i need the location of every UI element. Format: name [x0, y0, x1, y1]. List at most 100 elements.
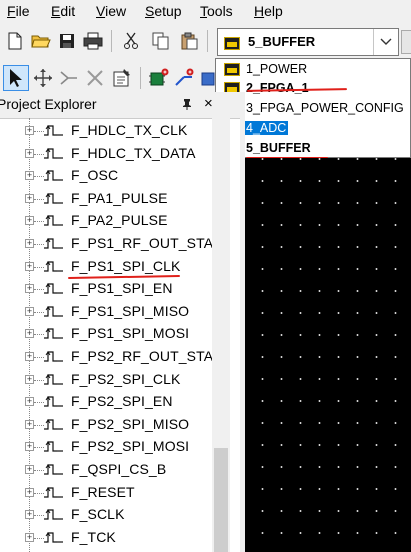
- dropdown-option[interactable]: 5_BUFFER: [216, 139, 410, 158]
- open-folder-icon[interactable]: [30, 30, 52, 52]
- paste-icon[interactable]: [178, 30, 200, 52]
- expand-plus-icon[interactable]: +: [25, 465, 34, 474]
- signal-label: F_HDLC_TX_CLK: [71, 122, 188, 138]
- scrollbar-thumb[interactable]: [214, 448, 228, 552]
- signal-label: F_PS2_SPI_MISO: [71, 415, 190, 432]
- chevron-down-icon[interactable]: [373, 29, 398, 55]
- expand-plus-icon[interactable]: +: [25, 148, 34, 158]
- tree-row[interactable]: + F_PS1_RF_OUT_STAT: [0, 233, 221, 255]
- close-icon[interactable]: ×: [204, 95, 213, 112]
- route-icon[interactable]: [58, 67, 80, 89]
- expand-plus-icon[interactable]: +: [25, 510, 34, 520]
- menu-mnemonic: F: [7, 3, 16, 19]
- tree-row[interactable]: + F_PA1_PULSE: [0, 188, 212, 210]
- menu-label: ools: [207, 3, 233, 19]
- schematic-canvas[interactable]: [245, 158, 411, 552]
- tree-row[interactable]: + F_PA2_PULSE: [0, 210, 212, 232]
- menu-view[interactable]: View: [96, 2, 126, 20]
- expand-plus-icon[interactable]: +: [25, 216, 34, 226]
- tree-row[interactable]: + F_PS2_SPI_EN: [0, 391, 212, 413]
- signal-label: F_OSC: [71, 167, 119, 184]
- tree-row[interactable]: + F_HDLC_TX_DATA: [0, 143, 212, 165]
- cut-icon[interactable]: [120, 30, 142, 52]
- print-icon[interactable]: [82, 30, 104, 52]
- new-file-icon[interactable]: [4, 30, 26, 52]
- expand-plus-icon[interactable]: +: [25, 352, 34, 361]
- menu-label: iew: [105, 3, 127, 19]
- properties-icon[interactable]: [111, 67, 133, 89]
- tree-row[interactable]: + F_TCK: [0, 527, 212, 549]
- dropdown-option[interactable]: 1_POWER: [216, 60, 410, 79]
- dropdown-option[interactable]: 3_FPGA_POWER_CONFIG: [216, 99, 410, 118]
- toolbar-separator: [140, 67, 141, 89]
- signal-icon: [43, 213, 69, 232]
- menu-label: etup: [154, 3, 182, 19]
- tree-row[interactable]: + F_PS2_SPI_MISO: [0, 414, 212, 436]
- tree-row[interactable]: + F_PS1_SPI_CLK: [0, 256, 212, 279]
- dropdown-option-label: 3_FPGA_POWER_CONFIG: [246, 101, 404, 115]
- signal-label: F_HDLC_TX_DATA: [71, 144, 196, 161]
- copy-icon[interactable]: [150, 30, 172, 52]
- tree-row[interactable]: + F_SCLK: [0, 504, 212, 526]
- expand-plus-icon[interactable]: +: [25, 171, 34, 181]
- add-net-icon[interactable]: [174, 67, 196, 89]
- save-icon[interactable]: [56, 30, 78, 52]
- expand-plus-icon[interactable]: +: [25, 532, 34, 542]
- expand-plus-icon[interactable]: +: [25, 442, 34, 452]
- chip-icon: [224, 37, 240, 50]
- chip-icon: [224, 63, 240, 76]
- expand-plus-icon[interactable]: +: [25, 306, 34, 316]
- pane-splitter[interactable]: [240, 92, 245, 552]
- signal-label: F_PS1_SPI_CLK: [71, 257, 181, 274]
- signal-label: F_TCK: [71, 528, 116, 545]
- tree-row[interactable]: + F_RESET: [0, 482, 212, 504]
- expand-plus-icon[interactable]: +: [25, 261, 34, 271]
- tree-row[interactable]: + F_PS2_SPI_CLK: [0, 369, 212, 391]
- tree-row[interactable]: + F_PS1_SPI_MOSI: [0, 323, 212, 345]
- tree-row[interactable]: + F_PS2_RF_OUT_STAT: [0, 346, 221, 368]
- expand-plus-icon[interactable]: +: [25, 487, 34, 497]
- expand-plus-icon[interactable]: +: [25, 284, 34, 294]
- dropdown-option[interactable]: 4_ADC: [216, 119, 410, 138]
- mode-toolbar: [0, 62, 215, 92]
- tree-row[interactable]: + F_PS1_SPI_MISO: [0, 301, 212, 323]
- delete-x-icon[interactable]: [84, 67, 106, 89]
- menu-edit[interactable]: Edit: [51, 2, 75, 20]
- move-icon[interactable]: [32, 67, 54, 89]
- add-part-icon[interactable]: [148, 67, 170, 89]
- expand-plus-icon[interactable]: +: [25, 193, 34, 203]
- toolbar-separator: [207, 30, 208, 52]
- tree-row[interactable]: + F_OSC: [0, 165, 212, 187]
- tree-row[interactable]: + F_PS1_SPI_EN: [0, 278, 212, 300]
- menu-label: elp: [264, 3, 283, 19]
- pin-icon[interactable]: [181, 98, 193, 113]
- select-arrow-icon[interactable]: [3, 65, 29, 91]
- dropdown-option-label: 4_ADC: [242, 120, 290, 136]
- project-explorer: Project Explorer × + F_HDLC_TX_CLK + F_HDLC…: [0, 92, 240, 552]
- menu-tools[interactable]: Tools: [200, 2, 233, 20]
- signal-label: F_PS1_SPI_EN: [71, 280, 173, 297]
- menu-mnemonic: H: [254, 3, 265, 19]
- menu-setup[interactable]: Setup: [145, 2, 182, 20]
- signal-icon: [43, 439, 69, 458]
- signal-label: F_RESET: [71, 483, 135, 500]
- expand-plus-icon[interactable]: +: [25, 374, 34, 384]
- design-selector[interactable]: 5_BUFFER: [217, 28, 399, 56]
- menu-mnemonic: E: [51, 3, 61, 19]
- explorer-title: Project Explorer: [0, 96, 97, 112]
- signal-label: F_SCLK: [71, 506, 125, 523]
- signal-label: F_PS2_SPI_MOSI: [71, 438, 190, 455]
- menu-help[interactable]: Help: [254, 2, 283, 20]
- tree-row[interactable]: + F_QSPI_CS_B: [0, 459, 212, 481]
- tree-row[interactable]: + F_HDLC_TX_CLK: [0, 120, 212, 142]
- expand-plus-icon[interactable]: +: [25, 419, 34, 429]
- expand-plus-icon[interactable]: +: [25, 397, 34, 407]
- expand-plus-icon[interactable]: +: [25, 239, 34, 248]
- dropdown-option-label: 1_POWER: [246, 62, 308, 76]
- partial-button[interactable]: [401, 30, 411, 54]
- expand-plus-icon[interactable]: +: [25, 329, 34, 339]
- menu-file[interactable]: File: [7, 2, 30, 20]
- tree-row[interactable]: + F_PS2_SPI_MOSI: [0, 436, 212, 458]
- signal-label: F_PS2_SPI_EN: [71, 393, 173, 410]
- expand-plus-icon[interactable]: +: [25, 126, 34, 135]
